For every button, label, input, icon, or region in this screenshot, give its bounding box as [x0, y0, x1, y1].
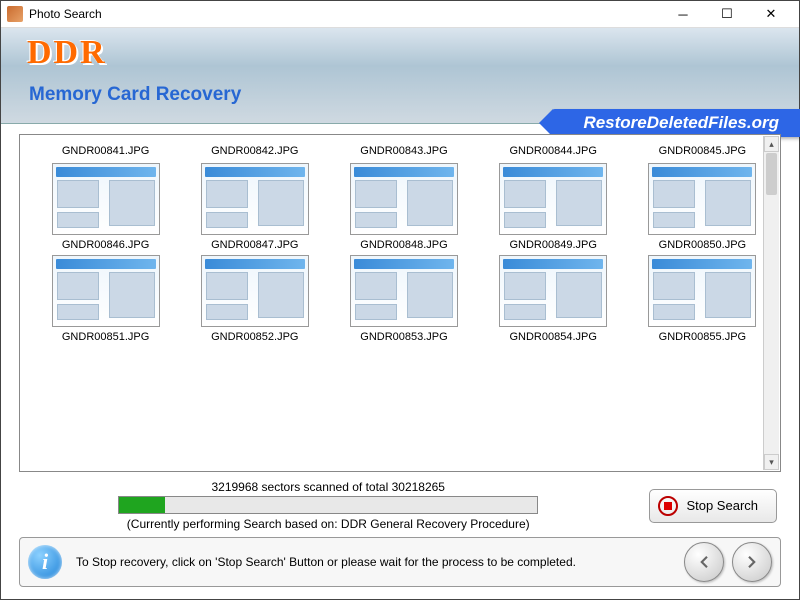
footer-tip-bar: i To Stop recovery, click on 'Stop Searc…	[19, 537, 781, 587]
chevron-right-icon	[743, 553, 761, 571]
close-button[interactable]: ✕	[749, 1, 793, 27]
thumbnail-image	[350, 255, 458, 327]
stop-search-button[interactable]: Stop Search	[649, 489, 777, 523]
thumbnail-filename: GNDR00842.JPG	[211, 145, 298, 157]
scroll-thumb[interactable]	[766, 153, 777, 195]
results-panel: GNDR00841.JPG GNDR00842.JPG GNDR00843.JPG G…	[19, 134, 781, 472]
stop-icon	[658, 496, 678, 516]
maximize-button[interactable]: ☐	[705, 1, 749, 27]
window-title: Photo Search	[29, 7, 661, 21]
progress-subtext: (Currently performing Search based on: D…	[127, 517, 530, 531]
thumbnail-filename: GNDR00855.JPG	[659, 331, 746, 343]
website-ribbon[interactable]: RestoreDeletedFiles.org	[551, 109, 800, 137]
thumbnail-item[interactable]: GNDR00846.JPG	[42, 163, 169, 251]
back-button[interactable]	[684, 542, 724, 582]
thumbnail-item[interactable]: GNDR00843.JPG	[340, 141, 467, 157]
thumbnail-item[interactable]: GNDR00850.JPG	[639, 163, 766, 251]
thumbnail-item[interactable]: GNDR00851.JPG	[42, 255, 169, 343]
vertical-scrollbar[interactable]: ▴ ▾	[763, 136, 779, 470]
thumbnail-filename: GNDR00854.JPG	[509, 331, 596, 343]
thumbnail-image	[201, 255, 309, 327]
thumbnail-image	[52, 163, 160, 235]
thumbnail-item[interactable]: GNDR00854.JPG	[490, 255, 617, 343]
progress-area: 3219968 sectors scanned of total 3021826…	[23, 480, 633, 531]
content-area: GNDR00841.JPG GNDR00842.JPG GNDR00843.JPG G…	[1, 124, 799, 537]
app-window: Photo Search ─ ☐ ✕ DDR Memory Card Recov…	[0, 0, 800, 600]
info-icon: i	[28, 545, 62, 579]
thumbnail-item[interactable]: GNDR00847.JPG	[191, 163, 318, 251]
progress-bar	[118, 496, 538, 514]
chevron-left-icon	[695, 553, 713, 571]
thumbnail-item[interactable]: GNDR00841.JPG	[42, 141, 169, 157]
thumbnail-filename: GNDR00846.JPG	[62, 239, 149, 251]
titlebar: Photo Search ─ ☐ ✕	[1, 1, 799, 28]
thumbnail-filename: GNDR00844.JPG	[509, 145, 596, 157]
progress-fill	[119, 497, 165, 513]
scroll-down-button[interactable]: ▾	[764, 454, 779, 470]
thumbnail-filename: GNDR00843.JPG	[360, 145, 447, 157]
thumbnail-grid: GNDR00841.JPG GNDR00842.JPG GNDR00843.JPG G…	[20, 135, 780, 349]
header-banner: DDR Memory Card Recovery RestoreDeletedF…	[1, 28, 799, 124]
thumbnail-filename: GNDR00849.JPG	[509, 239, 596, 251]
thumbnail-image	[499, 163, 607, 235]
thumbnail-image	[648, 255, 756, 327]
thumbnail-image	[499, 255, 607, 327]
thumbnail-filename: GNDR00853.JPG	[360, 331, 447, 343]
thumbnail-filename: GNDR00847.JPG	[211, 239, 298, 251]
thumbnail-filename: GNDR00852.JPG	[211, 331, 298, 343]
thumbnail-item[interactable]: GNDR00853.JPG	[340, 255, 467, 343]
product-subtitle: Memory Card Recovery	[29, 84, 241, 106]
thumbnail-item[interactable]: GNDR00842.JPG	[191, 141, 318, 157]
thumbnail-filename: GNDR00851.JPG	[62, 331, 149, 343]
thumbnail-item[interactable]: GNDR00845.JPG	[639, 141, 766, 157]
thumbnail-item[interactable]: GNDR00855.JPG	[639, 255, 766, 343]
stop-button-label: Stop Search	[686, 498, 758, 513]
thumbnail-filename: GNDR00845.JPG	[659, 145, 746, 157]
thumbnail-item[interactable]: GNDR00848.JPG	[340, 163, 467, 251]
thumbnail-image	[350, 163, 458, 235]
thumbnail-item[interactable]: GNDR00844.JPG	[490, 141, 617, 157]
thumbnail-item[interactable]: GNDR00849.JPG	[490, 163, 617, 251]
scroll-up-button[interactable]: ▴	[764, 136, 779, 152]
thumbnail-filename: GNDR00850.JPG	[659, 239, 746, 251]
thumbnail-image	[648, 163, 756, 235]
thumbnail-filename: GNDR00848.JPG	[360, 239, 447, 251]
footer-tip-text: To Stop recovery, click on 'Stop Search'…	[76, 555, 676, 569]
progress-row: 3219968 sectors scanned of total 3021826…	[19, 480, 781, 531]
progress-text: 3219968 sectors scanned of total 3021826…	[211, 480, 445, 494]
thumbnail-image	[201, 163, 309, 235]
thumbnail-image	[52, 255, 160, 327]
brand-logo: DDR	[27, 34, 107, 72]
app-icon	[7, 6, 23, 22]
next-button[interactable]	[732, 542, 772, 582]
thumbnail-filename: GNDR00841.JPG	[62, 145, 149, 157]
thumbnail-item[interactable]: GNDR00852.JPG	[191, 255, 318, 343]
minimize-button[interactable]: ─	[661, 1, 705, 27]
